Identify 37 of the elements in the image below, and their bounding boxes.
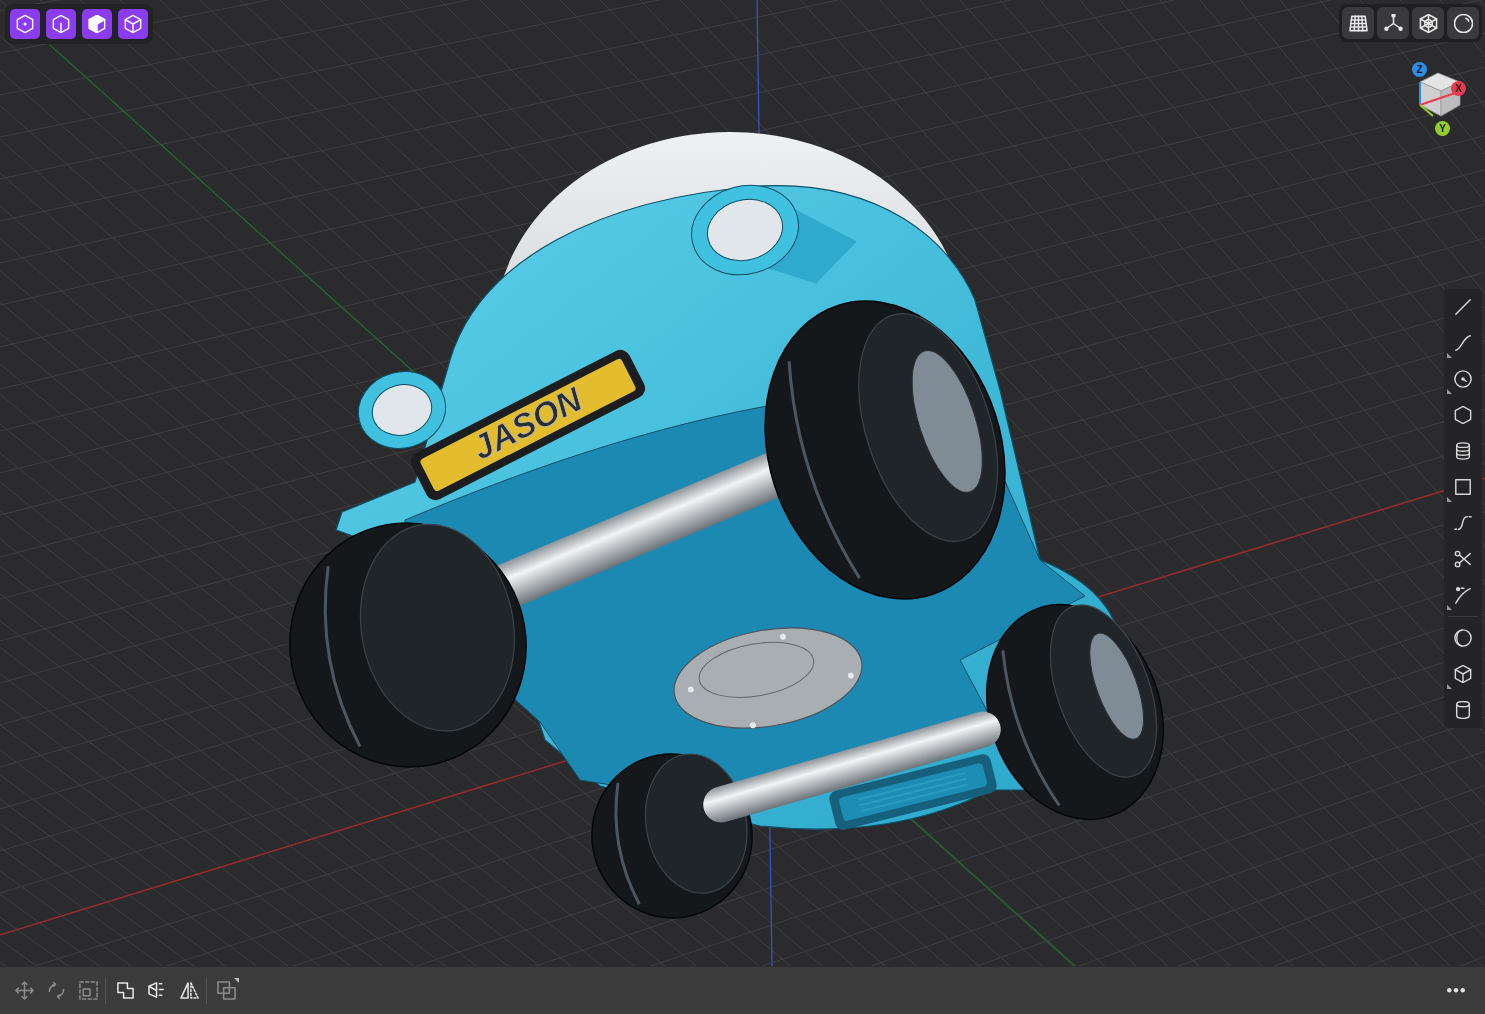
circle-icon: [1454, 370, 1472, 388]
grid-button[interactable]: [1342, 7, 1374, 39]
mirror-icon: [179, 981, 199, 1000]
wireframe-hexagon-icon: [1418, 13, 1438, 33]
trim-curve-icon: [1454, 586, 1472, 604]
hexagon-icon: [1454, 406, 1472, 424]
cube-icon: [1454, 665, 1472, 683]
view-button[interactable]: [10, 9, 40, 39]
view-button[interactable]: [46, 9, 76, 39]
view-button[interactable]: [82, 9, 112, 39]
stacked-discs-icon: [1454, 442, 1472, 460]
axis-label[interactable]: Y: [1435, 121, 1450, 136]
s-curve-icon: [1454, 514, 1472, 532]
solid-cube-icon: [88, 15, 106, 33]
axes-button[interactable]: [1377, 7, 1409, 39]
more-icon: [1447, 988, 1465, 993]
axis-label[interactable]: Z: [1412, 62, 1427, 77]
rotate-icon: [46, 981, 66, 1000]
cube-face-icon: [147, 981, 167, 1000]
torus-icon: [1454, 629, 1472, 647]
outline-cube-icon: [124, 15, 142, 33]
hexagon-line-icon: [52, 15, 70, 33]
cylinder-icon: [1454, 701, 1472, 719]
sphere-button[interactable]: [1447, 7, 1479, 39]
curve-icon: [1454, 334, 1472, 352]
move-icon: [14, 981, 34, 1000]
square-icon: [1454, 478, 1472, 496]
grid-icon: [1348, 13, 1368, 33]
view-cube-icon[interactable]: [1416, 72, 1464, 120]
wireframe-button[interactable]: [1412, 7, 1444, 39]
axes-icon: [1383, 13, 1403, 33]
copy-icon: [216, 981, 236, 1000]
view-button[interactable]: [118, 9, 148, 39]
scale-icon: [78, 981, 98, 1000]
union-icon: [115, 981, 135, 1000]
line-icon: [1454, 298, 1472, 316]
scissors-icon: [1454, 550, 1472, 568]
